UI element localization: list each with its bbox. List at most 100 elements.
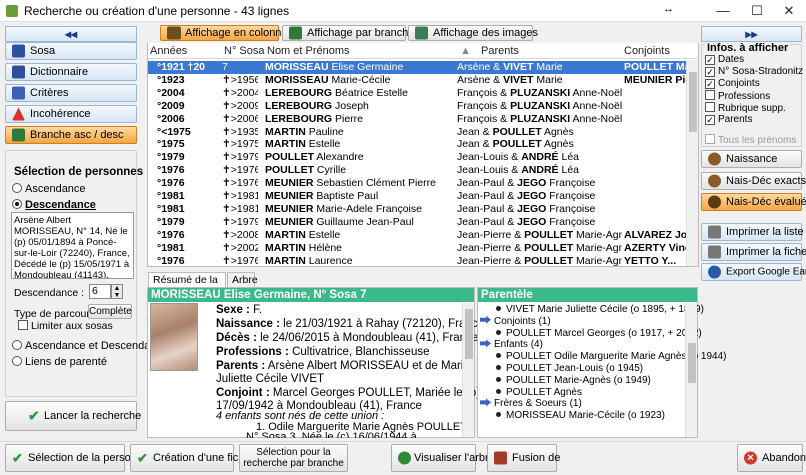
sidebar-item-branche[interactable]: Branche asc / desc xyxy=(5,126,137,144)
maximize-button[interactable]: ☐ xyxy=(740,0,774,22)
export-google-earth-button[interactable]: Export Google Earth xyxy=(701,263,806,281)
columns-view-button[interactable]: Affichage en colonnes xyxy=(160,25,293,41)
table-row[interactable]: °1979 ✝>1979 MEUNIER Guillaume Jean-Paul Je… xyxy=(148,216,698,229)
cell-parents: Jean-Louis & ANDRÉ Léa xyxy=(457,151,579,164)
infos-option-checkbox[interactable]: ✓ Parents xyxy=(705,114,752,125)
selection-description[interactable]: Arsène Albert MORISSEAU, N° 14, Né le (p… xyxy=(11,212,134,279)
select-person-button[interactable]: ✔ Sélection de la personne xyxy=(5,444,149,472)
sidebar-item-incoherence[interactable]: Incohérence xyxy=(5,105,137,123)
table-row[interactable]: °1976 ✝>1976 MARTIN Laurence Jean-Pierre & … xyxy=(148,255,698,268)
cell-nom: MEUNIER Baptiste Paul xyxy=(265,190,379,202)
sidebar-item-dictionnaire[interactable]: Dictionnaire xyxy=(5,63,137,81)
table-row[interactable]: °1976 ✝>1976 MEUNIER Sebastien Clément Pie… xyxy=(148,177,698,190)
app-icon xyxy=(6,5,18,17)
parentele-item[interactable]: POULLET Marcel Georges (o 1917, + 2012) xyxy=(496,328,702,339)
table-row[interactable]: °1979 ✝>1979 POULLET Alexandre Jean-Louis &… xyxy=(148,151,698,164)
table-row[interactable]: °1976 ✝>1976 POULLET Cyrille Jean-Louis & A… xyxy=(148,164,698,177)
radio-ascendance[interactable]: Ascendance xyxy=(12,183,86,195)
descendance-spinner[interactable]: ▲ ▼ xyxy=(111,284,123,299)
table-row[interactable]: °2004 ✝>2004 LEREBOURG Béatrice Estelle Fra… xyxy=(148,87,698,100)
cell-parents: Jean-Paul & JEGO Françoise xyxy=(457,190,596,202)
descendance-input[interactable]: 6 xyxy=(89,284,111,299)
cell-parents: Jean-Paul & JEGO Françoise xyxy=(457,202,596,215)
print-list-button[interactable]: Imprimer la liste xyxy=(701,223,804,241)
tab-fiche[interactable]: Résumé de la fiche xyxy=(148,272,226,298)
launch-search-button[interactable]: ✔ Lancer la recherche xyxy=(5,401,141,431)
cell-parents: Jean-Paul & JEGO Françoise xyxy=(457,177,596,190)
parentele-group[interactable]: Enfants (4) xyxy=(480,339,543,350)
limit-sosas-checkbox[interactable]: Limiter aux sosas xyxy=(18,320,113,332)
cell-nom: LEREBOURG Joseph xyxy=(265,99,369,112)
table-row[interactable]: °1975 ✝>1975 MARTIN Estelle Jean & POULLET … xyxy=(148,138,698,151)
parentele-group[interactable]: Conjoints (1) xyxy=(480,315,551,327)
resize-arrows-icon[interactable]: ↔ xyxy=(663,3,674,15)
branches-view-button[interactable]: Affichage par branches xyxy=(282,25,420,41)
parcours-select[interactable]: Complète xyxy=(88,304,132,319)
images-view-button[interactable]: Affichage des images xyxy=(408,25,538,41)
table-row[interactable]: °1923 ✝>1956 MORISSEAU Marie-Cécile Arsène … xyxy=(148,74,698,87)
parentele-group[interactable]: Frères & Soeurs (1) xyxy=(480,398,582,409)
col-annees[interactable]: Années xyxy=(150,45,187,57)
printer-icon xyxy=(708,225,721,239)
parentele-item[interactable]: VIVET Marie Juliette Cécile (o 1895, + 1… xyxy=(496,304,704,315)
window-title: Recherche ou création d'une personne - 4… xyxy=(24,4,290,18)
naissance-button[interactable]: Naissance xyxy=(701,150,802,168)
table-row[interactable]: °<1975 ✝>1935 MARTIN Pauline Jean & POULLET… xyxy=(148,126,698,139)
infos-option-checkbox[interactable]: ✓ Dates xyxy=(705,54,744,65)
close-icon: ✕ xyxy=(744,451,757,465)
radio-liens[interactable]: Liens de parenté xyxy=(12,356,107,368)
radio-asc-desc[interactable]: Ascendance et Descendance xyxy=(12,340,168,352)
sidebar-item-sosa[interactable]: Sosa xyxy=(5,42,137,60)
cell-parents: Jean-Pierre & POULLET Marie-Agnès xyxy=(457,228,622,241)
merge-button[interactable]: Fusion de xyxy=(487,444,560,472)
table-row[interactable]: °1921 †2015 7 MORISSEAU Elise Germaine Arsè… xyxy=(148,61,698,74)
infos-option-checkbox[interactable]: ✓ Conjoints xyxy=(705,78,760,89)
grid-scrollbar[interactable] xyxy=(686,60,698,266)
cell-annees: °1923 xyxy=(157,73,185,86)
nais-dec-evalues-button[interactable]: Nais-Déc évalués xyxy=(701,193,806,211)
fiche-scrollbar[interactable] xyxy=(462,303,474,437)
table-row[interactable]: °2006 ✝>2006 LEREBOURG Pierre François & PL… xyxy=(148,113,698,126)
infos-option-checkbox[interactable]: ✓ N° Sosa-Stradonitz xyxy=(705,66,803,77)
cell-sosa: ✝>1981 xyxy=(222,202,258,215)
table-row[interactable]: °2009 ✝>2009 LEREBOURG Joseph François & PL… xyxy=(148,100,698,113)
parentele-item[interactable]: POULLET Jean-Louis (o 1945) xyxy=(496,363,643,374)
col-sosa[interactable]: N° Sosa xyxy=(224,45,264,57)
nais-dec-exacts-button[interactable]: Nais-Déc exacts xyxy=(701,172,806,190)
col-nom[interactable]: Nom et Prénoms xyxy=(267,45,350,57)
select-branch-button[interactable]: Sélection pour la recherche par branche xyxy=(239,444,348,472)
infos-option-checkbox[interactable]: Rubrique supp. xyxy=(705,102,786,114)
close-button[interactable]: ✕ xyxy=(772,0,806,22)
table-row[interactable]: °1976 ✝>2008 MARTIN Estelle Jean-Pierre & P… xyxy=(148,229,698,242)
left-collapse-button[interactable]: ◂◂ xyxy=(5,26,137,42)
radio-descendance[interactable]: Descendance xyxy=(12,199,96,211)
create-fiche-button[interactable]: ✔ Création d'une fiche xyxy=(130,444,251,472)
cell-nom: MEUNIER Guillaume Jean-Paul xyxy=(265,215,414,228)
sidebar-item-criteres[interactable]: Critères xyxy=(5,84,137,102)
infos-option-checkbox[interactable]: Professions xyxy=(705,90,770,102)
print-fiche-button[interactable]: Imprimer la fiche xyxy=(701,243,806,261)
cancel-button[interactable]: ✕ Abandon xyxy=(737,444,806,472)
tab-arbre[interactable]: Arbre xyxy=(227,272,258,287)
right-expand-button[interactable]: ▸▸ xyxy=(701,26,802,42)
sort-icon xyxy=(708,174,721,188)
tous-prenoms-checkbox[interactable]: Tous les prénoms xyxy=(705,134,796,146)
cell-nom: MARTIN Pauline xyxy=(265,125,344,138)
sidebar-item-label: Critères xyxy=(30,87,69,99)
descendance-label: Descendance : xyxy=(14,287,85,299)
selection-title: Sélection de personnes xyxy=(14,166,144,178)
parentele-item[interactable]: MORISSEAU Marie-Cécile (o 1923) xyxy=(496,410,665,421)
table-row[interactable]: °1981 ✝>1981 MEUNIER Baptiste Paul Jean-Pau… xyxy=(148,190,698,203)
col-conjoints[interactable]: Conjoints xyxy=(624,45,670,57)
parentele-item[interactable]: POULLET Marie-Agnès (o 1949) xyxy=(496,375,651,386)
parentele-scrollbar[interactable] xyxy=(685,303,697,437)
parentele-item[interactable]: POULLET Agnès xyxy=(496,387,582,398)
visualize-tree-button[interactable]: Visualiser l'arbre xyxy=(391,444,495,472)
minimize-button[interactable]: — xyxy=(706,0,740,22)
table-row[interactable]: °1981 ✝>1981 MEUNIER Marie-Adele Françoise… xyxy=(148,203,698,216)
cell-annees: °1975 xyxy=(157,138,185,151)
sort-icon xyxy=(708,195,721,209)
table-row[interactable]: °1981 ✝>2002 MARTIN Hélène Jean-Pierre & PO… xyxy=(148,242,698,255)
cell-annees: °1976 xyxy=(157,164,185,177)
col-parents[interactable]: Parents xyxy=(481,45,519,57)
